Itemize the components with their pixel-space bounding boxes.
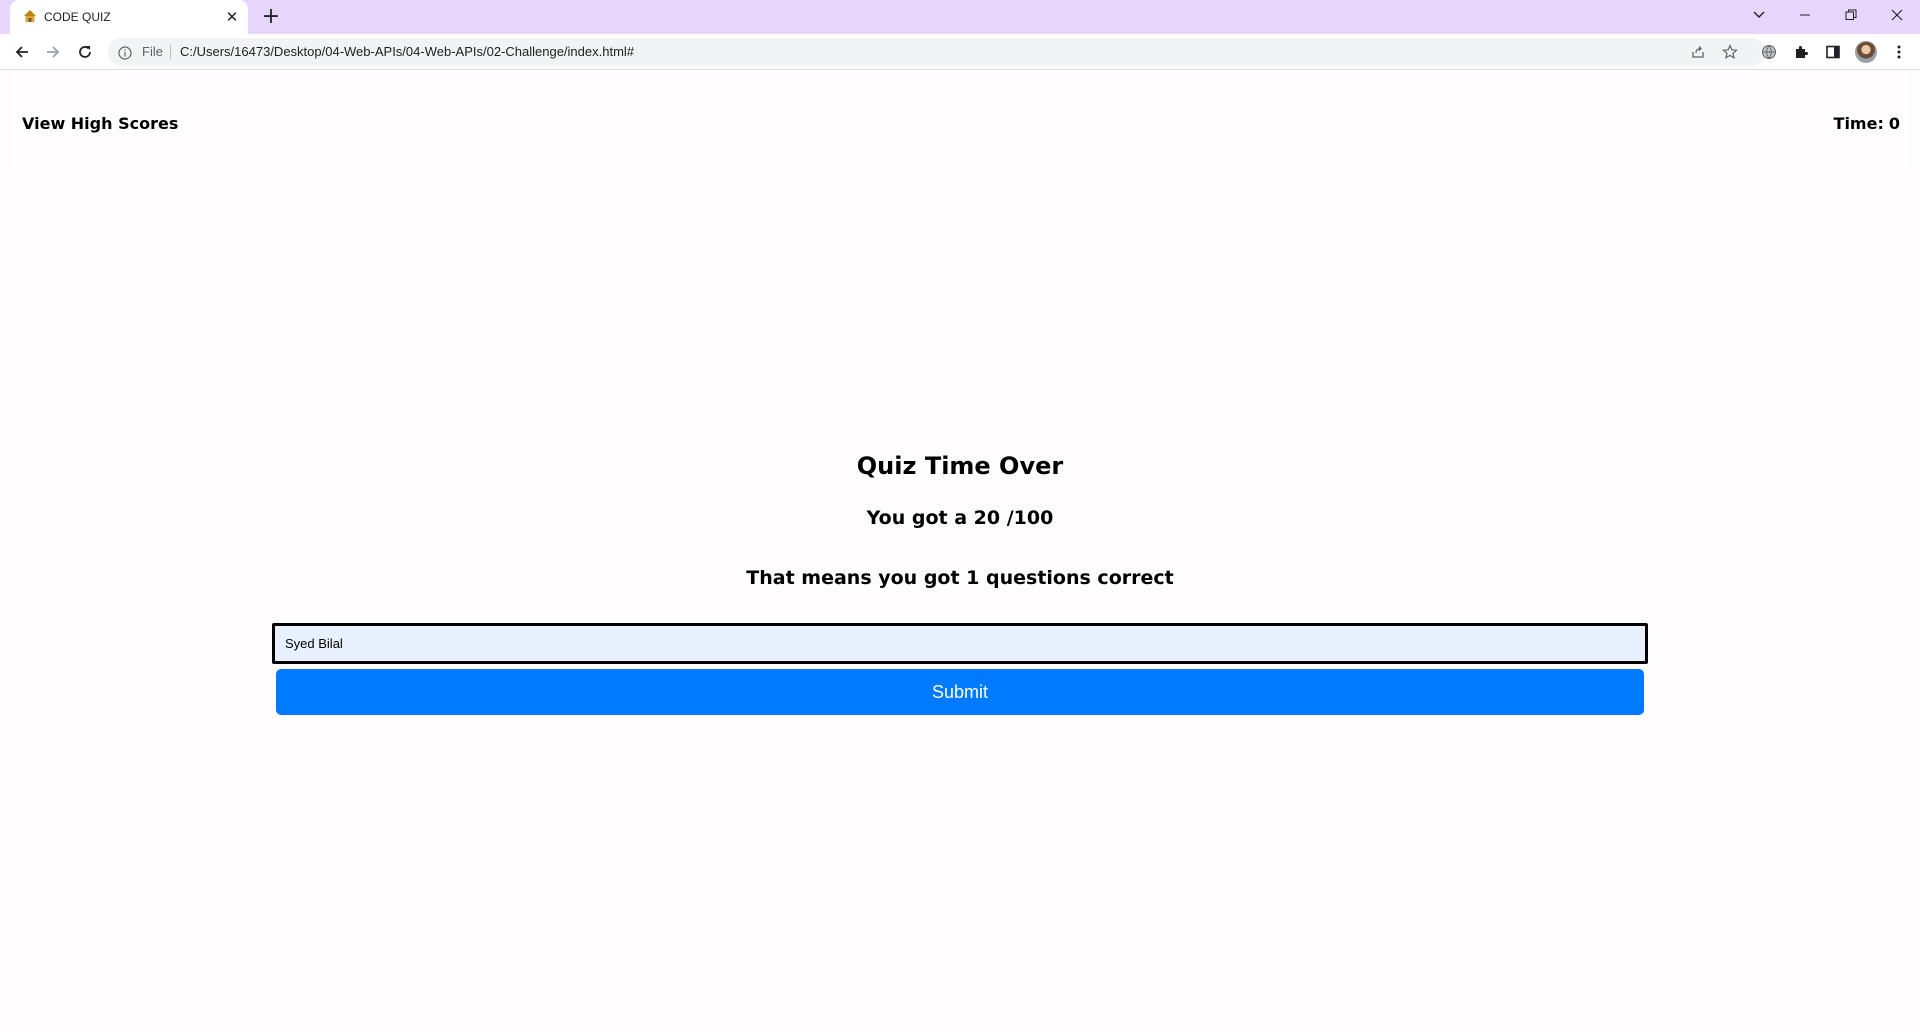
browser-tab-active[interactable]: CODE QUIZ ✕ [10,0,248,34]
timer-value: 0 [1888,114,1900,133]
extensions-puzzle-icon[interactable] [1792,43,1810,61]
favicon-icon [22,8,38,24]
bookmark-star-icon[interactable] [1722,44,1738,60]
browser-tab-strip: CODE QUIZ ✕ + [0,0,1920,34]
address-divider [170,45,171,59]
close-window-icon[interactable] [1874,0,1920,30]
new-tab-icon[interactable]: + [260,6,282,28]
extension-globe-icon[interactable] [1760,43,1778,61]
correct-count-text: That means you got 1 questions correct [746,567,1174,589]
browser-menu-icon[interactable] [1890,43,1908,61]
url-text[interactable]: C:/Users/16473/Desktop/04-Web-APIs/04-We… [180,38,634,66]
result-title: Quiz Time Over [856,452,1064,480]
share-icon[interactable] [1690,44,1706,60]
back-arrow-icon[interactable] [9,39,35,65]
tab-title: CODE QUIZ [44,10,111,24]
profile-avatar[interactable] [1855,41,1877,63]
reload-icon[interactable] [72,39,98,65]
page-content: View High Scores Time: 0 Quiz Time Over Y… [0,71,1920,1032]
timer: Time: 0 [1834,114,1900,133]
forward-arrow-icon[interactable] [40,39,66,65]
side-panel-icon[interactable] [1824,43,1842,61]
restore-window-icon[interactable] [1828,0,1874,30]
quiz-header: View High Scores Time: 0 [14,71,1906,171]
scheme-label: File [142,44,163,59]
score-text: You got a 20 /100 [866,507,1054,529]
site-info-icon[interactable] [118,45,132,60]
tab-search-chevron-icon[interactable] [1736,0,1782,30]
address-bar[interactable]: File C:/Users/16473/Desktop/04-Web-APIs/… [108,38,1765,66]
submit-button[interactable]: Submit [276,669,1644,715]
minimize-icon[interactable] [1782,0,1828,30]
timer-label: Time: [1833,114,1884,133]
view-high-scores-link[interactable]: View High Scores [22,114,178,133]
close-tab-icon[interactable]: ✕ [224,9,240,25]
browser-toolbar: File C:/Users/16473/Desktop/04-Web-APIs/… [0,34,1920,70]
initials-input[interactable] [272,623,1648,664]
